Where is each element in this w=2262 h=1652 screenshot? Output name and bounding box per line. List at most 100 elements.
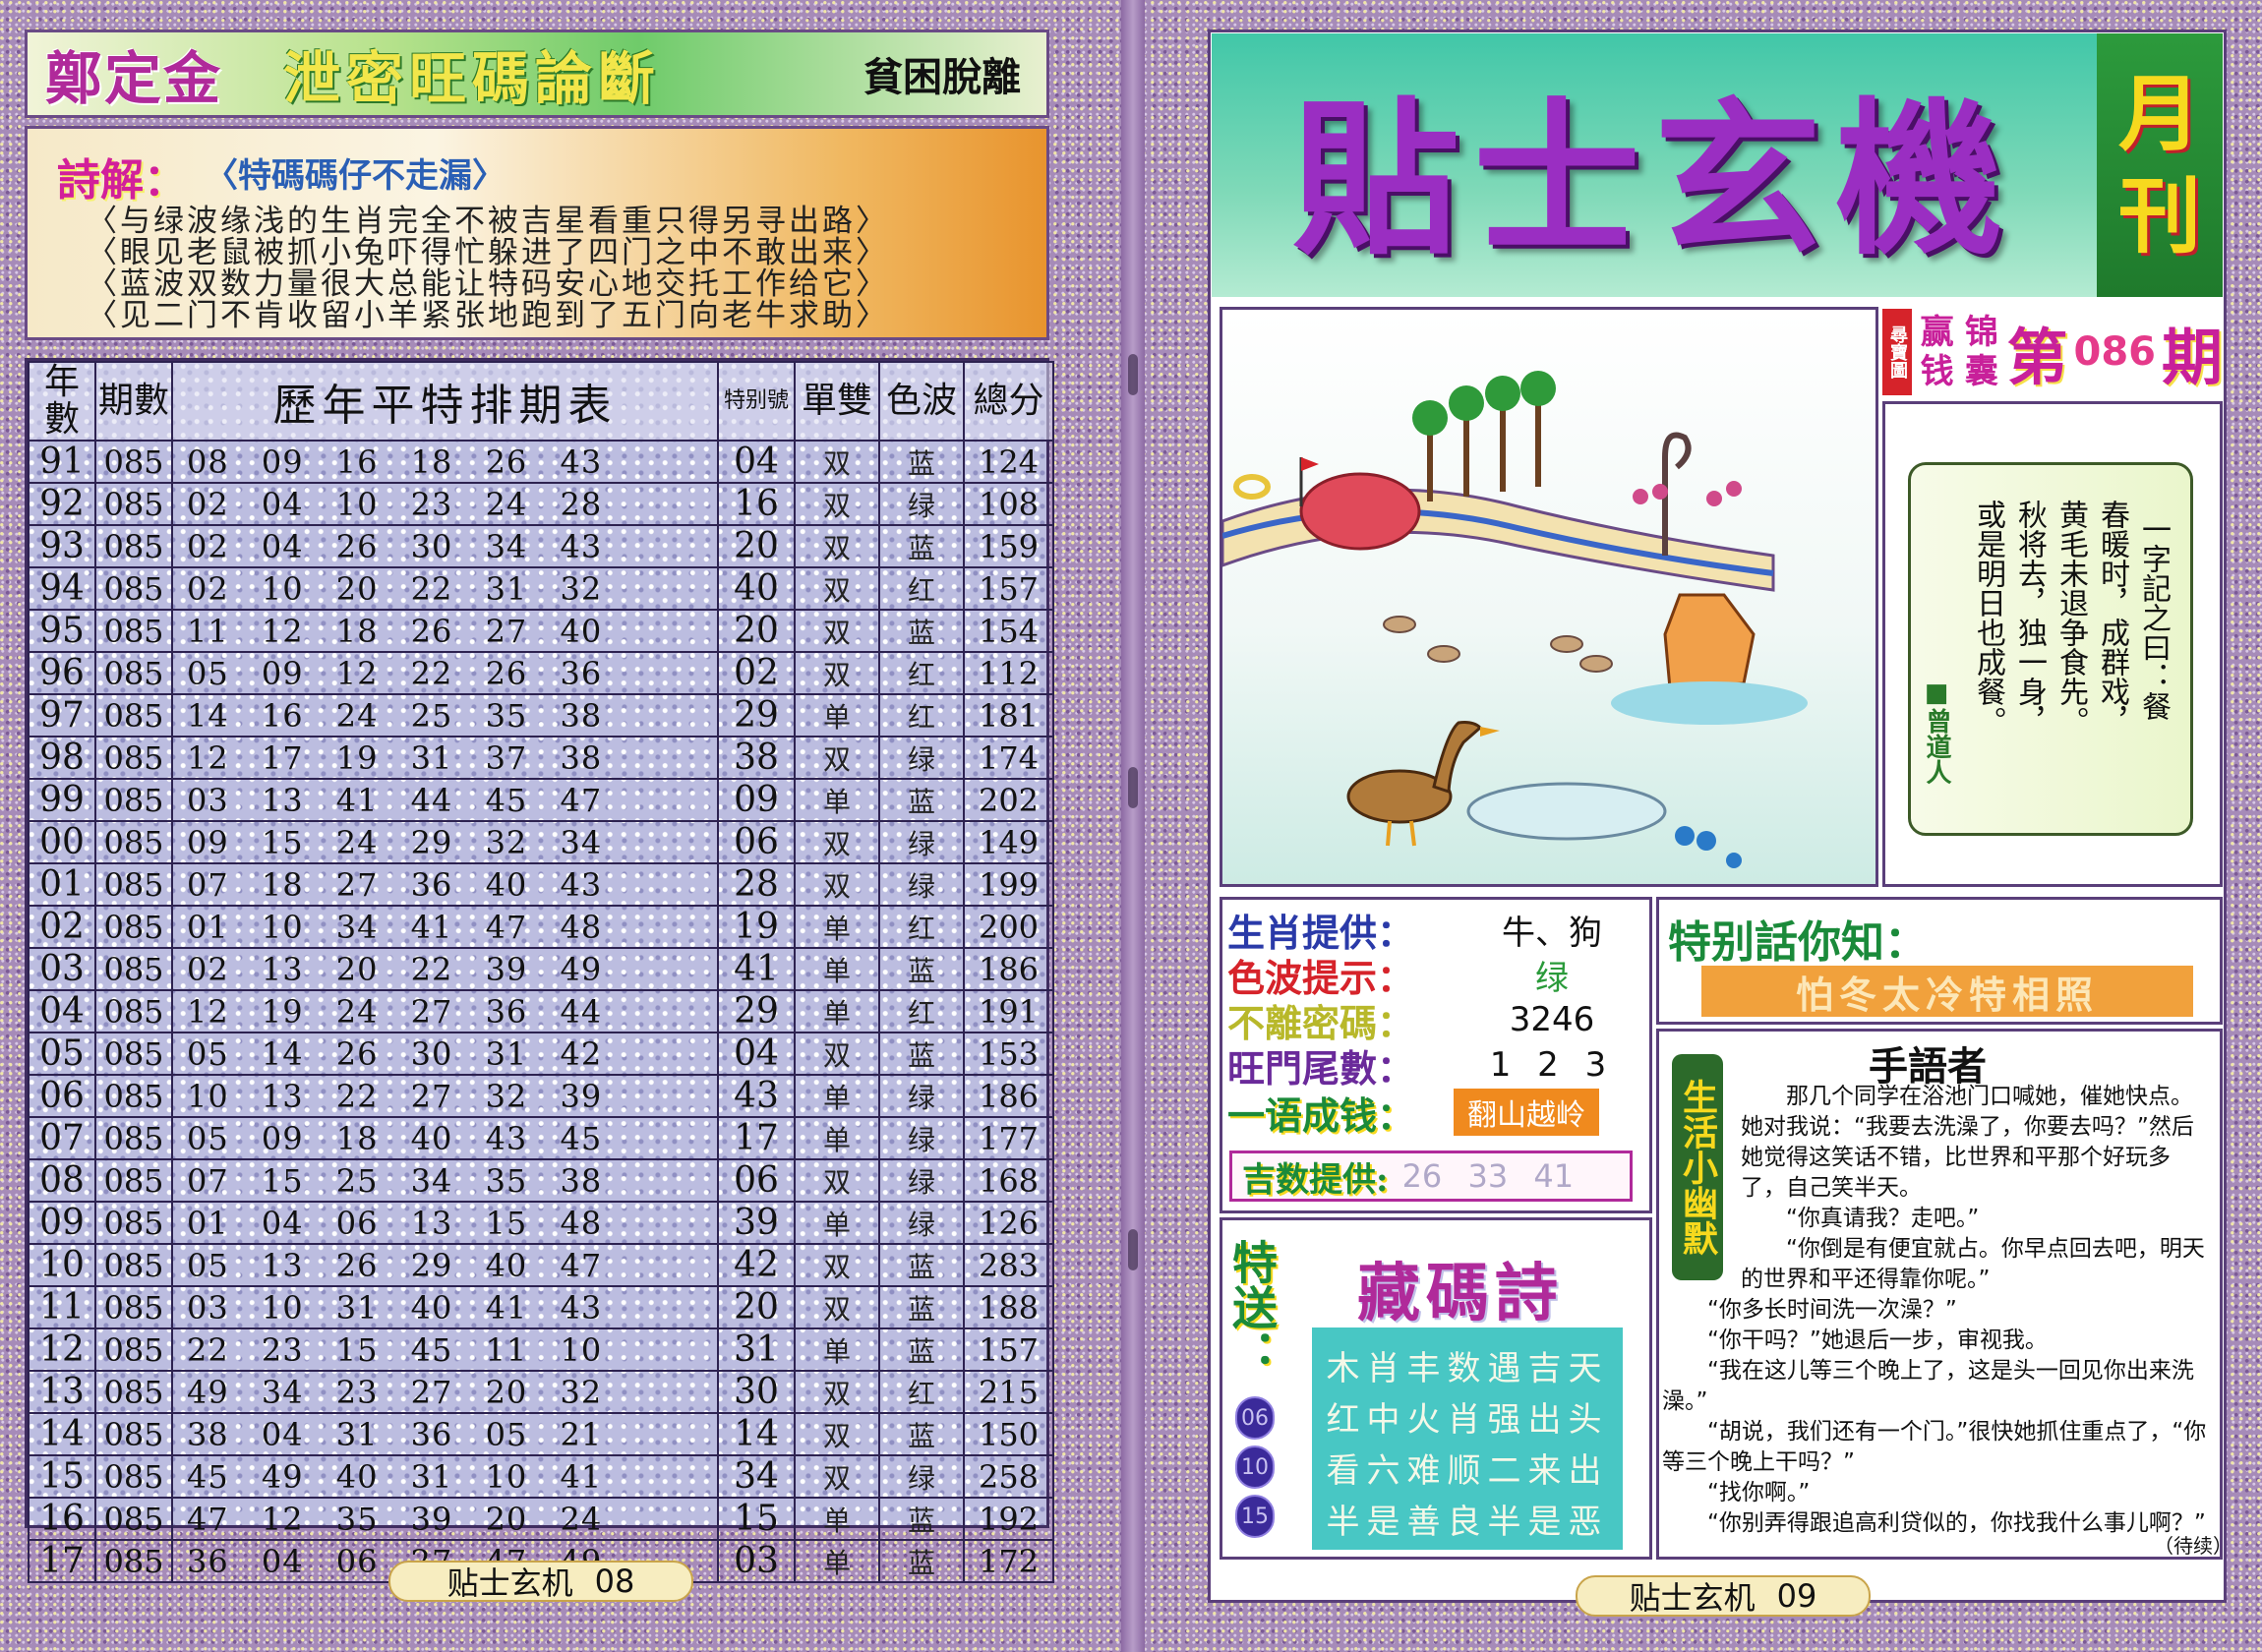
cell-year: 15 — [28, 1454, 96, 1499]
cell-single-double: 双 — [794, 1158, 880, 1203]
header-year: 年數 — [28, 361, 96, 442]
cell-total: 215 — [963, 1370, 1054, 1414]
cell-single-double: 双 — [794, 566, 880, 611]
hidden-code-poem-line: 红中火肖强出头 — [1326, 1400, 1609, 1440]
cell-single-double: 单 — [794, 1497, 880, 1541]
cell-year: 09 — [28, 1201, 96, 1245]
cell-single-double: 单 — [794, 778, 880, 822]
table-row: 05 085 05 14 26 30 31 42 04 双蓝 153 — [28, 1032, 1054, 1076]
cell-period: 085 — [94, 1243, 173, 1287]
cell-period: 085 — [94, 1074, 173, 1118]
cell-special-number: 42 — [717, 1243, 796, 1287]
cell-year: 01 — [28, 862, 96, 907]
cell-color: 绿 — [878, 482, 965, 526]
humor-paragraph: “找你啊。” — [1707, 1480, 1811, 1505]
cell-color: 红 — [878, 1370, 965, 1414]
cell-color: 蓝 — [878, 778, 965, 822]
cell-single-double: 单 — [794, 905, 880, 949]
cell-single-double: 双 — [794, 1032, 880, 1076]
header-period: 期數 — [94, 361, 173, 442]
table-row: 15 085 45 49 40 31 10 41 34 双绿 258 — [28, 1454, 1054, 1499]
cell-numbers: 05 14 26 30 31 42 — [171, 1032, 719, 1076]
table-row: 11 085 03 10 31 40 41 43 20 双蓝 188 — [28, 1285, 1054, 1329]
cell-total: 149 — [963, 820, 1054, 864]
cell-period: 085 — [94, 609, 173, 653]
cell-period: 085 — [94, 820, 173, 864]
monthly-char: 月 — [2117, 65, 2201, 162]
cell-special-number: 41 — [717, 947, 796, 991]
cell-year: 14 — [28, 1412, 96, 1456]
header-color: 色波 — [878, 361, 965, 442]
cell-special-number: 29 — [717, 693, 796, 738]
trees-icon — [1412, 371, 1556, 502]
cell-single-double: 双 — [794, 1243, 880, 1287]
cell-numbers: 02 10 20 22 31 32 — [171, 566, 719, 611]
cell-single-double: 双 — [794, 1285, 880, 1329]
cell-total: 258 — [963, 1454, 1054, 1499]
cell-period: 085 — [94, 989, 173, 1033]
humor-paragraph: “胡说，我们还有一个门。”很快她抓住重点了，“你等三个晚上干吗？” — [1662, 1419, 2207, 1475]
cell-numbers: 02 04 10 23 24 28 — [171, 482, 719, 526]
table-row: 14 085 38 04 31 36 05 21 14 双蓝 150 — [28, 1412, 1054, 1456]
cell-special-number: 40 — [717, 566, 796, 611]
cell-total: 172 — [963, 1539, 1054, 1583]
cell-period: 085 — [94, 1412, 173, 1456]
cell-numbers: 09 15 24 29 32 34 — [171, 820, 719, 864]
cell-total: 177 — [963, 1116, 1054, 1160]
cell-year: 13 — [28, 1370, 96, 1414]
phrase-row: 一语成钱： 翻山越岭 — [1227, 1089, 1650, 1138]
cell-color: 绿 — [878, 1074, 965, 1118]
cell-year: 11 — [28, 1285, 96, 1329]
goose-icon — [1346, 721, 1500, 847]
cell-year: 93 — [28, 524, 96, 568]
cell-color: 蓝 — [878, 947, 965, 991]
table-row: 12 085 22 23 15 45 11 10 31 单蓝 157 — [28, 1328, 1054, 1372]
cell-year: 07 — [28, 1116, 96, 1160]
cell-color: 红 — [878, 905, 965, 949]
poem-line: 〈蓝波双数力量很大总能让特码安心地交托工作给它〉 — [87, 266, 889, 302]
cell-color: 红 — [878, 651, 965, 695]
poem-lines: 〈与绿波缘浅的生肖完全不被吉星看重只得另寻出路〉 〈眼见老鼠被抓小兔吓得忙躲进了… — [87, 206, 1021, 331]
cell-numbers: 05 09 12 22 26 36 — [171, 651, 719, 695]
zodiac-value: 牛、狗 — [1502, 913, 1602, 953]
header-main: 歷年平特排期表 — [171, 361, 719, 442]
gift-number: 15 — [1235, 1495, 1275, 1538]
cell-numbers: 11 12 18 26 27 40 — [171, 609, 719, 653]
cell-color: 蓝 — [878, 440, 965, 484]
cell-total: 191 — [963, 989, 1054, 1033]
to-be-continued: （待续） — [2154, 1534, 2232, 1558]
cell-period: 085 — [94, 862, 173, 907]
cell-special-number: 04 — [717, 1032, 796, 1076]
phrase-label: 一语成钱： — [1227, 1092, 1415, 1138]
cell-color: 绿 — [878, 862, 965, 907]
table-row: 91 085 08 09 16 18 26 43 04 双蓝 124 — [28, 440, 1054, 484]
cell-special-number: 06 — [717, 1158, 796, 1203]
scroll-line: 秋将去，独一身， — [2012, 500, 2047, 736]
cell-special-number: 29 — [717, 989, 796, 1033]
cell-year: 10 — [28, 1243, 96, 1287]
hidden-code-poem-line: 木肖丰数遇吉天 — [1326, 1349, 1609, 1388]
cell-single-double: 双 — [794, 862, 880, 907]
cell-year: 16 — [28, 1497, 96, 1541]
cell-total: 124 — [963, 440, 1054, 484]
cell-period: 085 — [94, 482, 173, 526]
cell-year: 97 — [28, 693, 96, 738]
cell-numbers: 02 13 20 22 39 49 — [171, 947, 719, 991]
binding-staple — [1128, 354, 1138, 395]
cell-year: 96 — [28, 651, 96, 695]
cell-total: 186 — [963, 947, 1054, 991]
magazine-title: 貼士玄機 — [1291, 82, 2016, 278]
cell-special-number: 31 — [717, 1328, 796, 1372]
footer-name: 贴士玄机 — [1629, 1579, 1756, 1617]
cell-total: 174 — [963, 736, 1054, 780]
cell-period: 085 — [94, 905, 173, 949]
cell-single-double: 单 — [794, 989, 880, 1033]
table-row: 16 085 47 12 35 39 20 24 15 单蓝 192 — [28, 1497, 1054, 1541]
treasure-map-tag: 尋寶圖 — [1882, 309, 1912, 395]
cell-special-number: 15 — [717, 1497, 796, 1541]
table-row: 13 085 49 34 23 27 20 32 30 双红 215 — [28, 1370, 1054, 1414]
cell-period: 085 — [94, 1539, 173, 1583]
cell-color: 蓝 — [878, 1243, 965, 1287]
cell-year: 91 — [28, 440, 96, 484]
cell-numbers: 12 17 19 31 37 38 — [171, 736, 719, 780]
